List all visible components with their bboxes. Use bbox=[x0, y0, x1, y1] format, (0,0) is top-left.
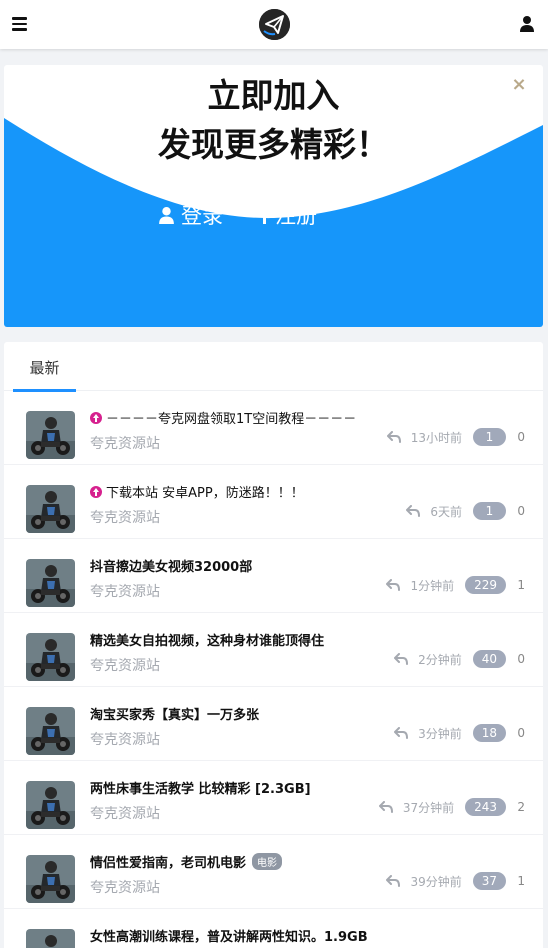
post-title-text: 情侣性爱指南，老司机电影 bbox=[90, 856, 247, 871]
view-count-badge: 1 bbox=[473, 428, 506, 446]
post-meta: 37分钟前 243 2 bbox=[378, 797, 525, 817]
post-time: 37分钟前 bbox=[402, 800, 455, 815]
post-title[interactable]: 女性高潮训练课程，普及讲解两性知识。1.9GB bbox=[90, 926, 368, 945]
reply-icon bbox=[406, 505, 421, 517]
login-label: 登录 bbox=[181, 204, 223, 228]
view-count-badge: 229 bbox=[465, 576, 506, 594]
post-title-text: 抖音擦边美女视频32000部 bbox=[90, 560, 253, 575]
post-author[interactable]: 夸克资源站 bbox=[90, 507, 160, 527]
post-time: 3分钟前 bbox=[418, 726, 462, 741]
post-thumbnail[interactable] bbox=[26, 707, 75, 755]
post-time: 1分钟前 bbox=[410, 578, 455, 593]
post-row[interactable]: 精选美女自拍视频，这种身材谁能顶得住夸克资源站 2分钟前 40 0 bbox=[4, 613, 543, 687]
paper-plane-logo[interactable] bbox=[259, 9, 290, 40]
reply-count: 0 bbox=[517, 652, 525, 666]
close-icon[interactable]: × bbox=[511, 76, 527, 94]
post-author[interactable]: 夸克资源站 bbox=[90, 433, 160, 453]
post-author[interactable]: 夸克资源站 bbox=[90, 655, 160, 675]
post-author[interactable]: 夸克资源站 bbox=[90, 803, 160, 823]
post-time: 6天前 bbox=[430, 504, 462, 519]
post-title[interactable]: 两性床事生活教学 比较精彩 [2.3GB] bbox=[90, 778, 311, 797]
reply-count: 0 bbox=[517, 504, 525, 518]
register-icon bbox=[263, 209, 266, 224]
post-title-text: 两性床事生活教学 比较精彩 [2.3GB] bbox=[90, 782, 311, 797]
reply-icon bbox=[386, 579, 401, 591]
post-title-text: －－－－夸克网盘领取1T空间教程－－－－ bbox=[106, 412, 357, 427]
post-time: 13小时前 bbox=[410, 430, 462, 445]
post-time: 39分钟前 bbox=[410, 874, 462, 889]
post-title-text: 淘宝买家秀【真实】一万多张 bbox=[90, 708, 260, 723]
reply-icon bbox=[394, 727, 409, 739]
reply-count: 0 bbox=[517, 726, 525, 740]
post-title[interactable]: 精选美女自拍视频，这种身材谁能顶得住 bbox=[90, 630, 324, 649]
post-row[interactable]: 女性高潮训练课程，普及讲解两性知识。1.9GB bbox=[4, 909, 543, 948]
post-thumbnail[interactable] bbox=[26, 633, 75, 681]
post-thumbnail[interactable] bbox=[26, 485, 75, 533]
post-author[interactable]: 夸克资源站 bbox=[90, 877, 160, 897]
post-meta: 13小时前 1 0 bbox=[386, 427, 525, 447]
post-author[interactable]: 夸克资源站 bbox=[90, 729, 160, 749]
post-time: 2分钟前 bbox=[418, 652, 462, 667]
reply-icon bbox=[378, 801, 393, 813]
post-meta: 6天前 1 0 bbox=[406, 501, 525, 521]
view-count-badge: 1 bbox=[473, 502, 506, 520]
post-row[interactable]: 下载本站 安卓APP，防迷路！！！ 夸克资源站 6天前 1 0 bbox=[4, 465, 543, 539]
post-meta: 2分钟前 40 0 bbox=[394, 649, 525, 669]
post-row[interactable]: －－－－夸克网盘领取1T空间教程－－－－ 夸克资源站 13小时前 1 0 bbox=[4, 391, 543, 465]
user-icon[interactable] bbox=[519, 15, 535, 33]
view-count-badge: 40 bbox=[472, 650, 506, 668]
tab-bar: 最新 bbox=[4, 342, 543, 392]
reply-count: 2 bbox=[517, 800, 525, 814]
register-label: 注册 bbox=[275, 204, 317, 228]
post-title-text: 精选美女自拍视频，这种身材谁能顶得住 bbox=[90, 634, 325, 649]
post-title-text: 下载本站 安卓APP，防迷路！！！ bbox=[106, 486, 304, 501]
post-meta: 39分钟前 37 1 bbox=[386, 871, 525, 891]
post-meta: 3分钟前 18 0 bbox=[394, 723, 525, 743]
pinned-up-icon bbox=[90, 411, 102, 424]
post-meta: 1分钟前 229 1 bbox=[386, 575, 525, 595]
reply-icon bbox=[386, 875, 401, 887]
reply-icon bbox=[386, 431, 401, 443]
view-count-badge: 243 bbox=[465, 798, 506, 816]
post-title[interactable]: 下载本站 安卓APP，防迷路！！！ bbox=[90, 482, 304, 501]
post-row[interactable]: 淘宝买家秀【真实】一万多张夸克资源站 3分钟前 18 0 bbox=[4, 687, 543, 761]
post-thumbnail[interactable] bbox=[26, 855, 75, 903]
post-thumbnail[interactable] bbox=[26, 929, 75, 948]
post-title[interactable]: 淘宝买家秀【真实】一万多张 bbox=[90, 704, 259, 723]
post-thumbnail[interactable] bbox=[26, 781, 75, 829]
join-banner: 立即加入 发现更多精彩！ × 登录 注册 bbox=[4, 65, 543, 327]
login-button[interactable]: 登录 bbox=[157, 202, 223, 228]
post-thumbnail[interactable] bbox=[26, 411, 75, 459]
view-count-badge: 37 bbox=[472, 872, 506, 890]
post-row[interactable]: 抖音擦边美女视频32000部夸克资源站 1分钟前 229 1 bbox=[4, 539, 543, 613]
banner-title-line1: 立即加入 bbox=[207, 76, 340, 115]
post-title-text: 女性高潮训练课程，普及讲解两性知识。1.9GB bbox=[90, 930, 368, 945]
register-button[interactable]: 注册 bbox=[259, 202, 317, 228]
banner-title-line2: 发现更多精彩！ bbox=[158, 125, 389, 164]
post-title[interactable]: 情侣性爱指南，老司机电影 电影 bbox=[90, 852, 283, 871]
post-author[interactable]: 夸克资源站 bbox=[90, 581, 160, 601]
post-list-card: 最新 －－－－夸克网盘领取1T空间教程－－－－ 夸克资源站 13小时前 1 0 下载本… bbox=[4, 342, 543, 948]
post-thumbnail[interactable] bbox=[26, 559, 75, 607]
reply-count: 1 bbox=[517, 874, 525, 888]
reply-icon bbox=[394, 653, 409, 665]
post-row[interactable]: 情侣性爱指南，老司机电影 电影 夸克资源站 39分钟前 37 1 bbox=[4, 835, 543, 909]
tab-latest[interactable]: 最新 bbox=[13, 342, 76, 392]
post-title[interactable]: －－－－夸克网盘领取1T空间教程－－－－ bbox=[90, 408, 356, 427]
hamburger-menu-icon[interactable] bbox=[12, 17, 27, 31]
top-navigation-bar bbox=[0, 0, 548, 49]
post-title[interactable]: 抖音擦边美女视频32000部 bbox=[90, 556, 252, 575]
post-row[interactable]: 两性床事生活教学 比较精彩 [2.3GB] 夸克资源站 37分钟前 243 2 bbox=[4, 761, 543, 835]
view-count-badge: 18 bbox=[472, 724, 506, 742]
reply-count: 1 bbox=[517, 578, 525, 592]
pinned-up-icon bbox=[90, 485, 102, 498]
user-icon bbox=[159, 206, 174, 224]
category-tag[interactable]: 电影 bbox=[252, 853, 283, 870]
reply-count: 0 bbox=[517, 430, 525, 444]
